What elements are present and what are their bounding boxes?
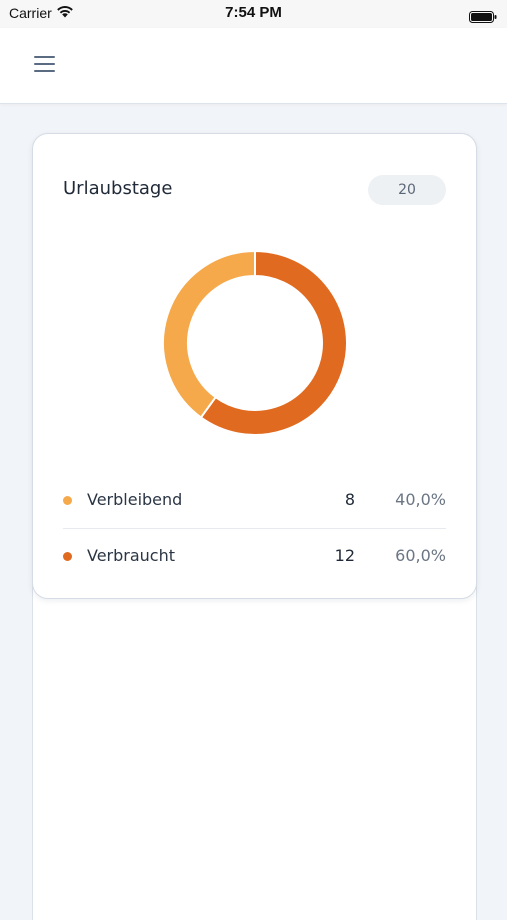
legend-dot-remaining <box>63 496 72 505</box>
app-header <box>0 28 507 104</box>
legend-dot-used <box>63 552 72 561</box>
legend-value-used: 12 <box>334 546 355 565</box>
vacation-days-card: Urlaubstage 20 Verbleibend 8 40,0% Verbr… <box>32 133 477 599</box>
status-bar: Carrier 7:54 PM <box>0 0 507 28</box>
legend-percent-remaining: 40,0% <box>395 490 446 509</box>
secondary-card <box>32 560 477 920</box>
menu-button[interactable] <box>30 50 60 80</box>
total-days-badge: 20 <box>368 175 446 205</box>
legend-label-remaining: Verbleibend <box>87 490 183 509</box>
donut-chart <box>162 250 348 436</box>
battery-icon <box>469 8 497 23</box>
status-time: 7:54 PM <box>225 4 282 21</box>
legend-row-remaining: Verbleibend 8 40,0% <box>63 472 446 529</box>
hamburger-menu-icon <box>34 56 55 58</box>
legend-row-used: Verbraucht 12 60,0% <box>63 528 446 584</box>
legend-label-used: Verbraucht <box>87 546 176 565</box>
card-title: Urlaubstage <box>63 178 173 199</box>
legend-percent-used: 60,0% <box>395 546 446 565</box>
legend-value-remaining: 8 <box>344 490 355 509</box>
donut-segment-verbleibend <box>162 250 256 419</box>
